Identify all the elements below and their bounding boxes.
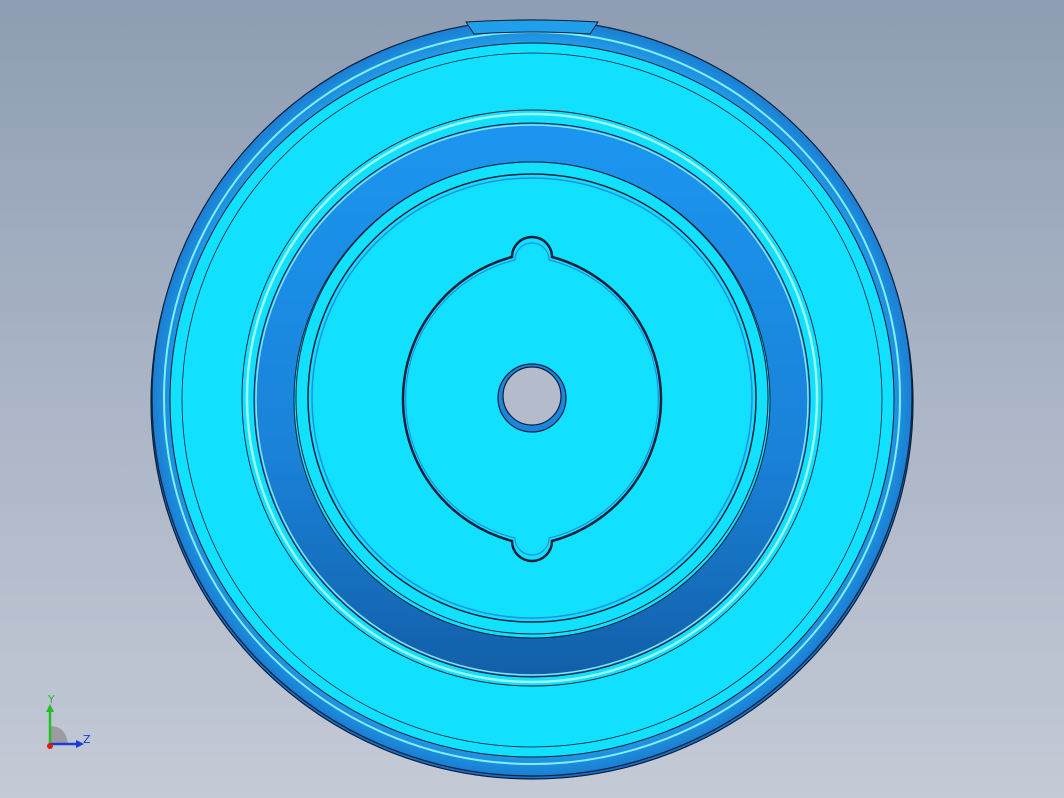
triad-plane	[50, 726, 68, 744]
flat-notch[interactable]	[465, 19, 599, 35]
x-axis-dot	[47, 743, 53, 749]
y-axis-label: Y	[48, 693, 55, 706]
center-hole[interactable]	[502, 366, 562, 426]
graphics-viewport[interactable]: Y Z	[0, 0, 1064, 798]
z-axis-label: Z	[83, 733, 91, 746]
part-model[interactable]	[0, 0, 1064, 798]
reference-triad: Y Z	[38, 693, 98, 756]
